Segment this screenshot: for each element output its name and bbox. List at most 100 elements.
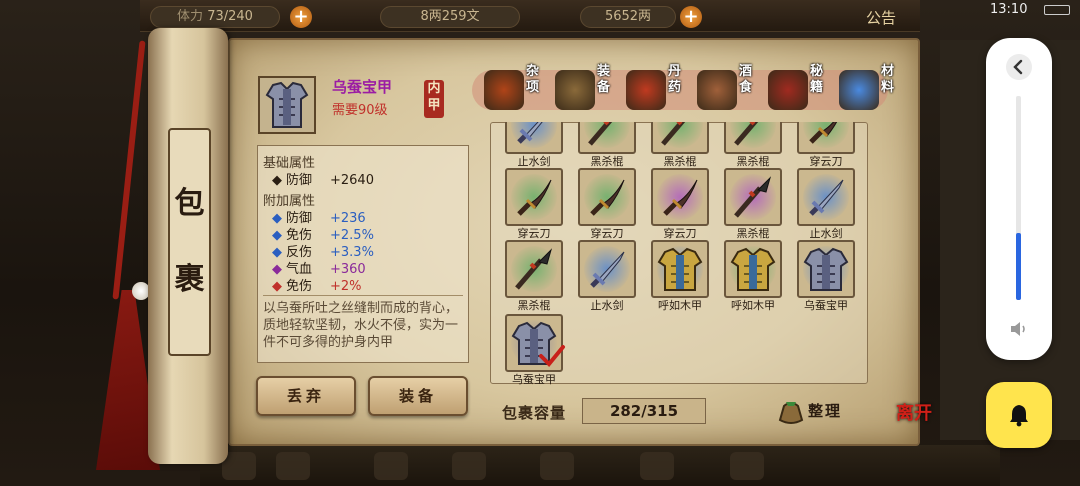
inventory-slot-label: 呼如木甲	[731, 299, 775, 312]
gold-value: 5652两	[604, 9, 652, 24]
tab-6[interactable]: 材料	[839, 64, 903, 112]
inventory-slot[interactable]	[724, 168, 782, 226]
capacity-label: 包裹容量	[502, 404, 567, 422]
item-requirement: 需要90级	[332, 103, 388, 118]
selected-item-portrait	[258, 76, 316, 134]
inventory-slot-label: 黑杀棍	[736, 227, 770, 240]
tab-label: 杂项	[526, 64, 540, 95]
crystal-icon	[839, 70, 879, 110]
battery-icon	[1044, 5, 1070, 15]
bell-icon	[1010, 405, 1028, 427]
leave-label: 离开	[896, 403, 932, 424]
stamina-display: 体力 73/240	[150, 6, 280, 28]
diamond-icon: ◆	[272, 173, 282, 188]
inventory-slot[interactable]	[724, 240, 782, 298]
tab-label: 酒食	[739, 64, 753, 95]
tab-2[interactable]: 装备	[555, 64, 619, 112]
bag-title-frame	[168, 128, 211, 356]
inventory-slot[interactable]	[578, 240, 636, 298]
diamond-icon: ◆	[272, 279, 282, 294]
gold-display: 5652两	[580, 6, 676, 28]
attr-name: 免伤	[286, 279, 313, 294]
item-slot-tag: 内甲	[424, 80, 444, 118]
extra-attr-row: ◆ 免伤 +2%	[272, 275, 362, 294]
tab-4[interactable]: 酒食	[697, 64, 761, 112]
item-name: 乌蚕宝甲	[332, 78, 393, 96]
bottom-menu-icon[interactable]	[730, 452, 764, 480]
notice-button[interactable]: 公告	[866, 7, 896, 28]
inventory-slot-label: 穿云刀	[590, 227, 624, 240]
armor-icon	[803, 247, 849, 291]
inventory-slot-label: 呼如木甲	[658, 299, 702, 312]
bottom-menu-icon[interactable]	[276, 452, 310, 480]
attr-name: 防御	[286, 173, 313, 188]
weapons-icon	[555, 70, 595, 110]
inventory-slot-label: 止水剑	[590, 299, 624, 312]
stamina-value: 73/240	[207, 9, 253, 24]
base-attr-row: ◆ 防御 +2640	[272, 169, 374, 188]
add-stamina-button[interactable]: +	[290, 6, 312, 28]
inventory-slot[interactable]	[505, 168, 563, 226]
stamina-label: 体力	[177, 9, 204, 24]
inventory-slot-label: 穿云刀	[663, 227, 697, 240]
equipped-check-icon	[539, 345, 565, 367]
bottom-menu-icon[interactable]	[374, 452, 408, 480]
status-clock: 13:10	[990, 2, 1028, 17]
chevron-left-icon	[1013, 59, 1023, 75]
money-value: 8两259文	[420, 9, 480, 24]
inventory-slot-label: 乌蚕宝甲	[804, 299, 848, 312]
inventory-slot-label: 黑杀棍	[736, 155, 770, 168]
equip-button[interactable]: 装备	[368, 376, 468, 416]
tab-1[interactable]: 杂项	[484, 64, 548, 112]
bottom-menu-icon[interactable]	[540, 452, 574, 480]
bag-title-char-2: 裹	[174, 262, 205, 297]
inventory-slot[interactable]	[651, 240, 709, 298]
inventory-slot[interactable]	[578, 168, 636, 226]
tidy-label: 整理	[808, 402, 843, 420]
spear-icon	[734, 176, 772, 218]
inventory-slot[interactable]	[651, 168, 709, 226]
inventory-slot-label: 穿云刀	[809, 155, 843, 168]
discard-button[interactable]: 丢弃	[256, 376, 356, 416]
inventory-slot[interactable]	[505, 240, 563, 298]
pills-icon	[626, 70, 666, 110]
tab-label: 秘籍	[810, 64, 824, 95]
add-gold-button[interactable]: +	[680, 6, 702, 28]
blade-icon	[663, 179, 698, 216]
item-description: 以乌蚕所吐之丝缝制而成的背心，质地轻软坚韧，水火不侵，实为一件不可多得的护身内甲	[263, 301, 459, 350]
inventory-slot-label: 穿云刀	[517, 227, 551, 240]
bag-title-char-1: 包	[174, 186, 205, 221]
blade-icon	[517, 179, 552, 216]
jar-icon	[484, 70, 524, 110]
inventory-slot-label: 乌蚕宝甲	[512, 373, 556, 386]
inventory-slot-label: 止水剑	[809, 227, 843, 240]
attr-divider	[263, 295, 463, 296]
sword-icon	[590, 251, 625, 288]
inventory-slot-label: 止水剑	[517, 155, 551, 168]
armor-icon	[657, 247, 703, 291]
volume-collapse-button[interactable]	[1006, 54, 1032, 80]
bottom-menu-icon[interactable]	[640, 452, 674, 480]
tidy-button[interactable]: 整理	[776, 396, 866, 428]
armor-icon	[730, 247, 776, 291]
bottom-menu-icon[interactable]	[452, 452, 486, 480]
speaker-icon[interactable]	[1008, 318, 1030, 340]
leave-button[interactable]: 离开	[896, 404, 942, 450]
volume-slider-fill	[1016, 232, 1021, 300]
sword-icon	[809, 179, 844, 216]
notification-button[interactable]	[986, 382, 1052, 448]
books-icon	[768, 70, 808, 110]
bottom-menu-bar	[200, 445, 1000, 486]
spear-icon	[515, 248, 553, 290]
blade-icon	[590, 179, 625, 216]
inventory-slot-label: 黑杀棍	[590, 155, 624, 168]
armor-icon	[265, 81, 309, 128]
tab-3[interactable]: 丹药	[626, 64, 690, 112]
inventory-slot[interactable]	[797, 240, 855, 298]
inventory-slot-label: 黑杀棍	[663, 155, 697, 168]
money-bag-icon	[778, 402, 804, 424]
tab-5[interactable]: 秘籍	[768, 64, 832, 112]
tab-label: 材料	[881, 64, 895, 95]
inventory-slot[interactable]	[797, 168, 855, 226]
tab-label: 丹药	[668, 64, 682, 95]
